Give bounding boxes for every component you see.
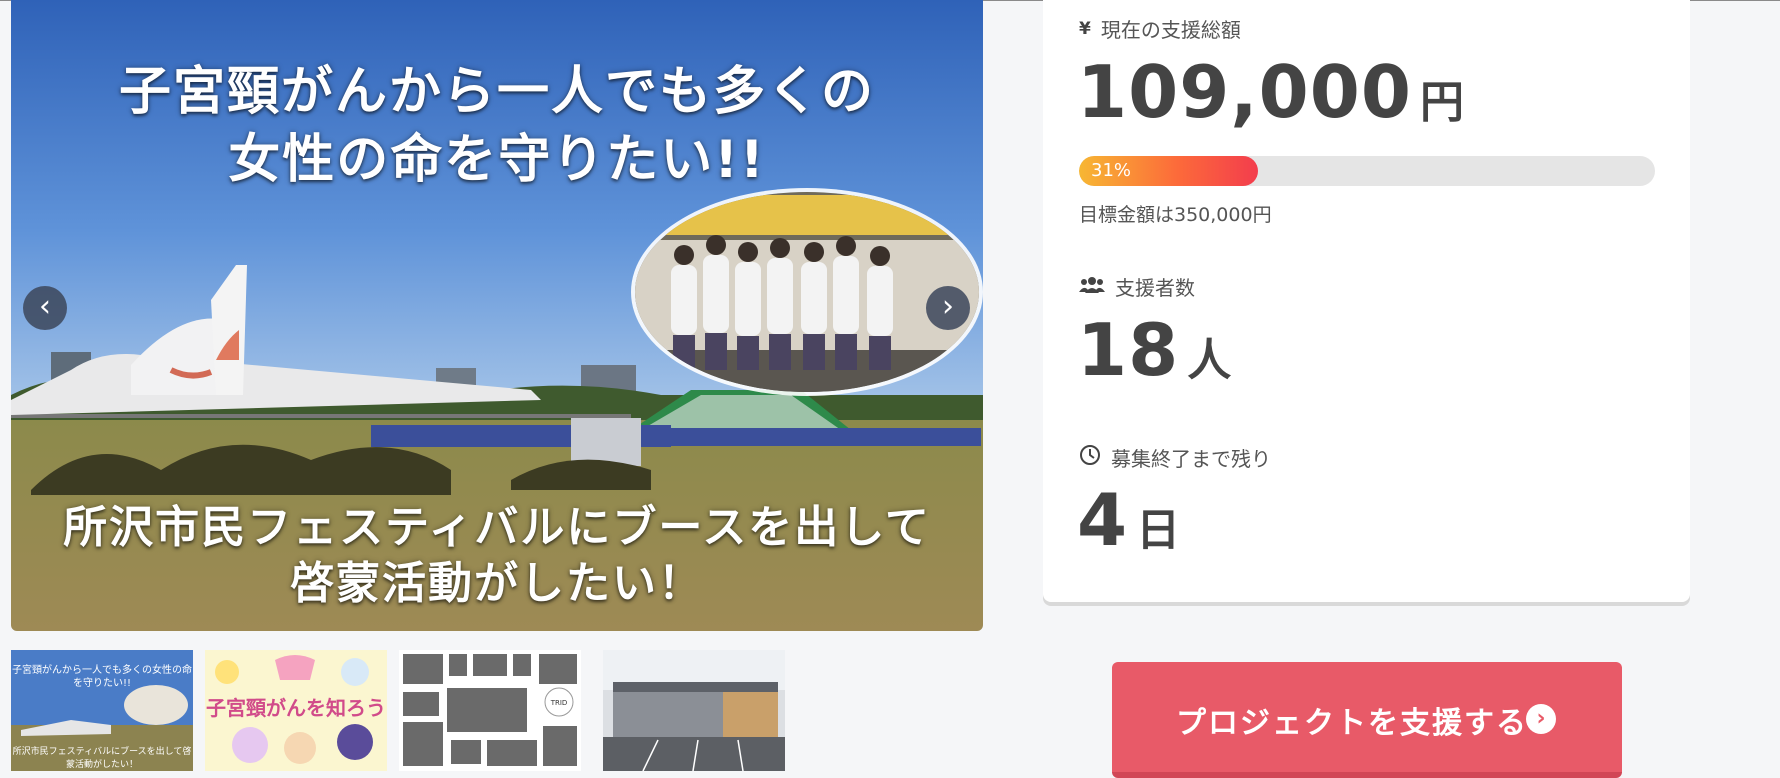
slide-caption-top-line1: 子宮頸がんから一人でも多くの [118, 62, 875, 122]
supporters-label-text: 支援者数 [1115, 276, 1195, 300]
total-amount-value: 109,000 [1077, 50, 1412, 134]
remaining-label: 募集終了まで残り [1079, 443, 1271, 472]
slider-next-button[interactable]: › [926, 286, 970, 330]
total-amount-label-text: 現在の支援総額 [1100, 18, 1241, 42]
total-amount: 109,000 円 [1077, 50, 1464, 134]
thumbnail-1-caption-top: 子宮頸がんから一人でも多くの女性の命を守りたい!! [12, 665, 192, 689]
supporters-label: 支援者数 [1079, 272, 1195, 301]
funding-progress-bar: 31% [1079, 156, 1655, 186]
clock-icon [1079, 444, 1101, 471]
funding-stats-card: ¥ 現在の支援総額 109,000 円 31% 目標金額は350,000円 支援者… [1043, 0, 1690, 602]
goal-amount-text: 目標金額は350,000円 [1079, 204, 1272, 226]
yen-icon: ¥ [1079, 18, 1091, 39]
users-icon [1079, 275, 1105, 299]
thumbnail-1[interactable]: 子宮頸がんから一人でも多くの女性の命を守りたい!! 所沢市民フェスティバルにブー… [11, 650, 193, 771]
chevron-left-icon: ‹ [39, 289, 51, 324]
thumbnail-1-caption-bottom: 所沢市民フェスティバルにブースを出して啓蒙活動がしたい！ [12, 747, 192, 770]
supporters-count: 18 人 [1077, 308, 1231, 392]
remaining-days-unit: 日 [1136, 505, 1181, 556]
slide-caption-top: 子宮頸がんから一人でも多くの 女性の命を守りたい!! [11, 58, 983, 194]
total-amount-unit: 円 [1419, 77, 1464, 128]
supporters-count-unit: 人 [1187, 335, 1232, 386]
thumbnail-2-title: 子宮頸がんを知ろう [206, 696, 386, 720]
project-image-slider[interactable]: 子宮頸がんから一人でも多くの 女性の命を守りたい!! 所沢市民フェスティバルにブ… [11, 0, 983, 631]
support-project-button[interactable]: プロジェクトを支援する › [1112, 662, 1622, 778]
thumbnail-2[interactable]: 子宮頸がんを知ろう [205, 650, 387, 771]
total-amount-label: ¥ 現在の支援総額 [1079, 14, 1241, 43]
thumbnail-3[interactable]: TRID [399, 650, 581, 771]
thumbnail-4-image [603, 650, 785, 771]
remaining-days: 4日 [1077, 478, 1180, 562]
thumbnail-3-badge: TRID [550, 699, 568, 707]
support-project-button-label: プロジェクトを支援する [1176, 706, 1528, 741]
chevron-right-circle-icon: › [1526, 704, 1556, 734]
slide-caption-top-line2: 女性の命を守りたい!! [228, 130, 766, 190]
slide-caption-bottom-line1: 所沢市民フェスティバルにブースを出して [63, 502, 931, 553]
supporters-count-value: 18 [1077, 308, 1180, 392]
chevron-right-icon: › [942, 289, 954, 324]
slide-caption-bottom-line2: 啓蒙活動がしたい！ [290, 558, 704, 609]
remaining-days-value: 4 [1077, 478, 1129, 562]
slide-caption-bottom: 所沢市民フェスティバルにブースを出して 啓蒙活動がしたい！ [11, 500, 983, 612]
slider-prev-button[interactable]: ‹ [23, 286, 67, 330]
thumbnail-3-image [399, 650, 581, 771]
thumbnail-4[interactable] [603, 650, 785, 771]
remaining-label-text: 募集終了まで残り [1111, 447, 1271, 471]
funding-progress-text: 31% [1091, 160, 1132, 181]
